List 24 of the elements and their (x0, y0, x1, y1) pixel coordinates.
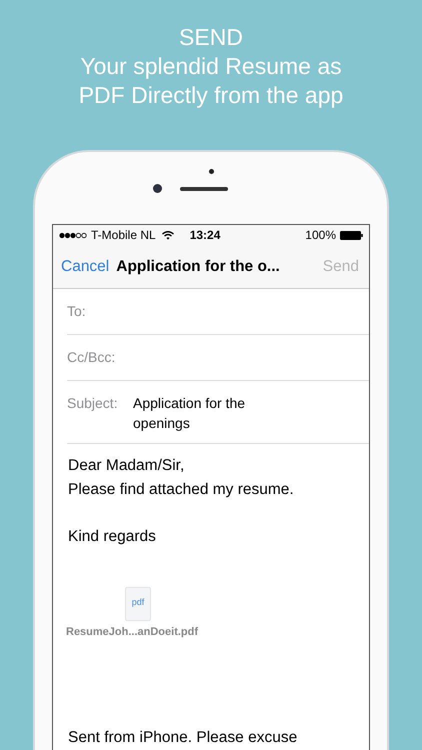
greeting-text: Dear Madam/Sir, (68, 456, 186, 476)
signal-icon (59, 232, 87, 238)
speaker-icon (180, 186, 228, 190)
battery-text: 100% (305, 228, 336, 242)
headline-text: Your splendid Resume as (80, 52, 342, 81)
field-label: Subject: (67, 395, 119, 411)
mail-title: Application for the o... (116, 258, 280, 276)
message-text: Please find attached my resume. (68, 480, 295, 500)
camera-icon (152, 184, 162, 193)
field-label: To: (67, 303, 87, 319)
pdf-file-icon[interactable]: pdf (125, 587, 151, 621)
sensor-icon (208, 169, 214, 174)
field-label: Cc/Bcc: (67, 349, 116, 365)
carrier-text: T-Mobile NL (91, 228, 156, 242)
clock-text: 13:24 (190, 228, 220, 242)
field-value[interactable]: Application for the openings (133, 393, 273, 433)
headline-text: SEND (179, 23, 243, 52)
battery-icon (340, 230, 363, 240)
wifi-icon (162, 230, 174, 240)
cancel-button[interactable]: Cancel (61, 258, 110, 276)
closing-text: Kind regards (68, 527, 157, 547)
headline-text: PDF Directly from the app (78, 81, 344, 110)
signature-text: Sent from iPhone. Please excuse (68, 728, 298, 748)
attachment-filename[interactable]: ResumeJoh...anDoeit.pdf (66, 626, 198, 638)
